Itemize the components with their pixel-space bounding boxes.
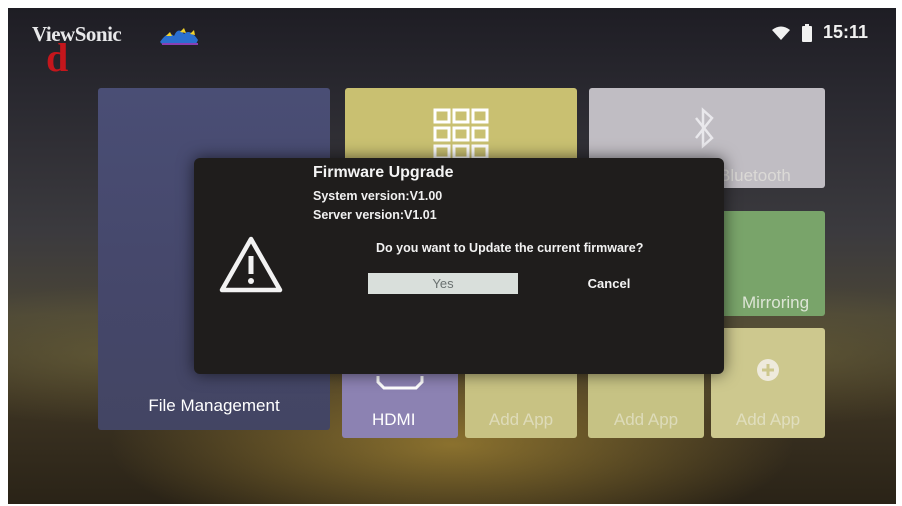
firmware-upgrade-dialog: Firmware Upgrade System version:V1.00 Se… [194,158,724,374]
dialog-title: Firmware Upgrade [313,164,454,181]
tile-label: File Management [148,396,280,415]
tile-label: Add App [488,410,554,429]
tile-label: HDMI [372,410,416,429]
warning-icon [219,236,283,293]
wifi-icon [771,26,790,40]
apps-grid-icon [433,108,489,160]
overlay-letter: d [46,35,69,80]
clock: 15:11 [822,22,868,42]
tile-label: Add App [735,410,801,429]
battery-icon [801,23,812,42]
yes-button[interactable]: Yes [368,273,518,294]
tile-label: Mirroring [742,293,810,312]
cancel-button[interactable]: Cancel [554,273,664,294]
tile-add-app-3[interactable]: Add App [711,328,825,438]
hdmi-icon [376,376,424,390]
tile-label: Bluetooth [719,166,791,185]
tile-label: Add App [613,410,679,429]
add-icon [757,359,779,381]
bluetooth-icon [695,107,714,149]
dialog-question: Do you want to Update the current firmwa… [376,241,644,255]
birds-logo-icon [160,28,198,45]
tile-mirroring[interactable]: Mirroring [716,211,825,316]
status-bar: 15:11 [771,22,868,43]
system-version: System version:V1.00 [313,189,443,203]
projector-home-screen: ViewSonic d 15:11 File Management Blueto… [8,8,896,504]
server-version: Server version:V1.01 [313,208,437,222]
